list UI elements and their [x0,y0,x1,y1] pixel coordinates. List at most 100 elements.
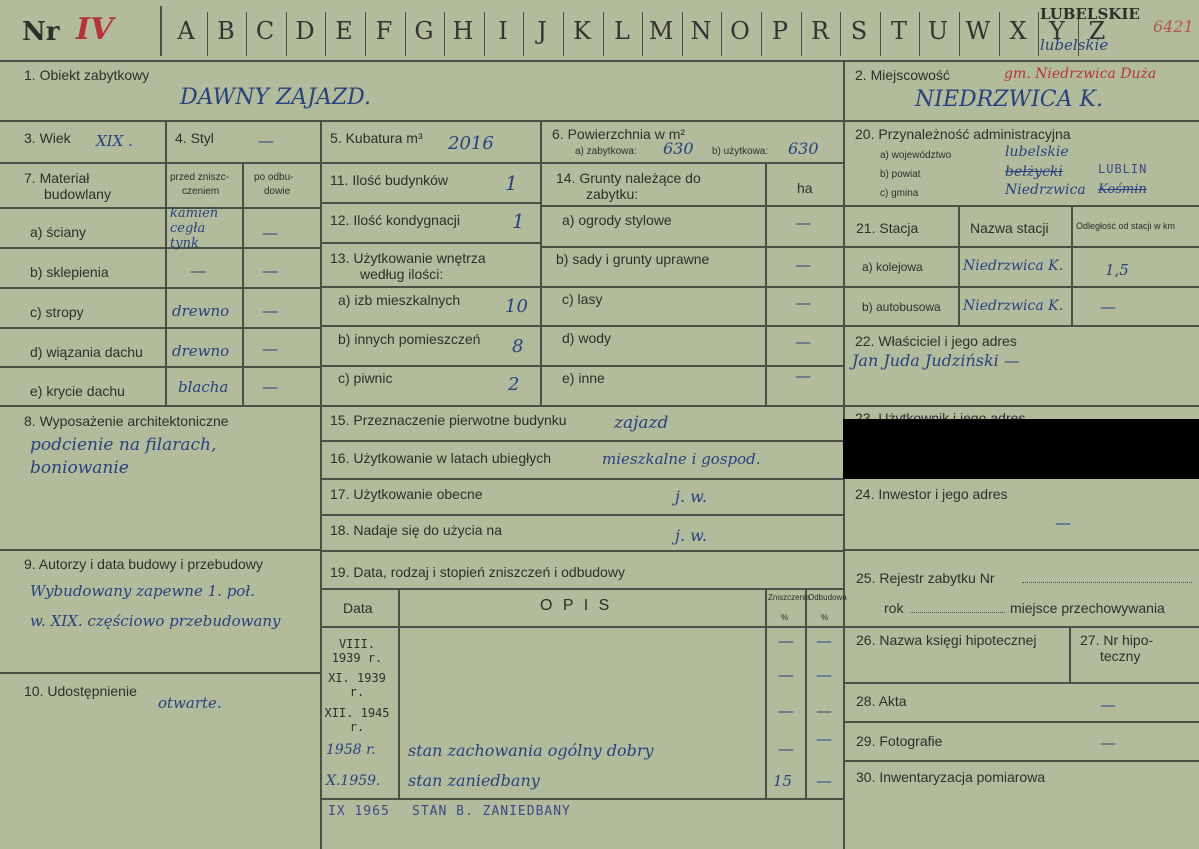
field-7-col2-b: dowie [264,186,291,197]
interior-row-label: c) piwnic [338,370,393,386]
field-20-c-label: c) gmina [880,188,919,199]
index-divider [246,12,247,56]
field-4-value: — [258,131,274,150]
material-row-label: a) ściany [30,224,87,240]
damage-row-o: — [816,771,832,790]
nr-label: Nr [22,17,60,47]
index-letter: B [217,17,235,45]
station-row-label: b) autobusowa [862,300,941,314]
field-20-b-label: b) powiat [880,169,921,180]
field-8-label: 8. Wyposażenie architektoniczne [24,413,229,429]
field-2-label: 2. Miejscowość [855,67,950,83]
damage-row-date: X.1959. [326,773,381,789]
field-19-col-z2: % [781,613,789,622]
index-letter: E [335,17,353,45]
field-26-label: 26. Nazwa księgi hipotecznej [856,632,1037,648]
index-letter: J [537,17,547,45]
interior-row-label: a) izb mieszkalnych [338,292,461,308]
field-20-a-value: lubelskie [1005,144,1069,160]
index-divider [682,12,683,56]
damage-row-date: 1958 r. [326,742,376,758]
material-row-before: kamień cegła tynk [170,206,219,251]
index-divider [880,12,881,56]
index-divider [642,12,643,56]
field-10-value: otwarte. [158,694,222,712]
station-row-name: Niedrzwica K. [963,258,1064,274]
field-6-b-label: b) użytkowa: [712,146,769,157]
material-row-label: b) sklepienia [30,264,109,280]
field-8-line-2: boniowanie [30,458,129,478]
field-20-a-label: a) województwo [880,150,952,161]
damage-row-z: — [778,631,794,650]
index-divider [721,12,722,56]
damage-row-z: — [778,665,794,684]
field-24-label: 24. Inwestor i jego adres [855,486,1008,502]
field-22-label: 22. Właściciel i jego adres [855,333,1017,349]
field-20-b-stamp: LUBLIN [1098,162,1148,176]
damage-row-desc: stan zaniedbany [408,771,540,790]
field-19-col-desc: O P I S [540,597,613,614]
field-24-value: — [1055,513,1071,532]
field-19-col-o1: Odbudowa [808,593,847,602]
index-letter: X [1009,17,1027,45]
index-letter: U [927,17,949,45]
damage-row-z: — [778,739,794,758]
field-19-col-o2: % [821,613,829,622]
material-row-before: drewno [172,342,230,360]
field-20-label: 20. Przynależność administracyjna [855,126,1071,142]
index-letter: D [295,17,315,45]
field-7-label-1: 7. Materiał [24,170,90,186]
field-14-unit: ha [797,180,813,196]
land-row-value: — [795,255,811,274]
field-4-label: 4. Styl [175,130,214,146]
field-9-label: 9. Autorzy i data budowy i przebudowy [24,556,263,572]
field-2-value: NIEDRZWICA K. [915,87,1103,112]
station-row-name: Niedrzwica K. [963,298,1064,314]
field-27-label-1: 27. Nr hipo- [1080,632,1154,648]
damage-extra-date: IX 1965 [328,804,390,819]
material-row-after: — [262,223,278,242]
damage-row-o: — [816,729,832,748]
field-15-value: zajazd [614,413,669,433]
field-3-value: XIX . [96,132,133,150]
field-14-label-2: zabytku: [586,186,639,202]
field-20-c-extra: Kośmin [1098,182,1147,197]
redaction-bar [843,419,1199,479]
field-25-rok-dots [910,612,1005,613]
interior-row-value: 10 [505,296,528,317]
field-7-col1-b: czeniem [182,186,220,197]
index-divider [563,12,564,56]
interior-row-value: 8 [512,336,524,357]
printed-region: LUBELSKIE [1040,5,1140,23]
field-22-value: Jan Juda Judziński — [852,351,1020,370]
field-17-label: 17. Użytkowanie obecne [330,486,483,502]
index-divider [761,12,762,56]
field-29-value: — [1100,733,1116,752]
field-25-rok: rok [884,600,904,616]
field-10-label: 10. Udostępnienie [24,683,137,699]
damage-row-o: — [816,701,832,720]
index-divider [801,12,802,56]
index-divider [325,12,326,56]
field-20-b-value: bełżycki [1005,164,1063,180]
field-16-label: 16. Użytkowanie w latach ubiegłych [330,450,552,466]
index-divider [444,12,445,56]
field-21-col-name: Nazwa stacji [970,220,1049,236]
material-row-before: — [190,261,206,280]
damage-row-date: VIII. 1939 r. [331,637,383,665]
field-6-b-value: 630 [788,139,819,158]
field-20-c-value: Niedrzwica [1005,182,1086,198]
index-divider [840,12,841,56]
field-30-label: 30. Inwentaryzacja pomiarowa [856,769,1046,785]
field-19-col-z1: Zniszczenia [768,593,811,602]
index-letter: N [690,17,712,45]
index-letter: F [375,17,393,45]
field-2-note: gm. Niedrzwica Duża [1004,66,1157,82]
field-28-value: — [1100,695,1116,714]
field-25-miejsce: miejsce przechowywania [1010,600,1165,616]
material-row-after: — [262,339,278,358]
field-13-label-1: 13. Użytkowanie wnętrza [330,250,486,266]
material-row-label: c) stropy [30,304,84,320]
index-letter: G [414,17,434,45]
index-divider [919,12,920,56]
